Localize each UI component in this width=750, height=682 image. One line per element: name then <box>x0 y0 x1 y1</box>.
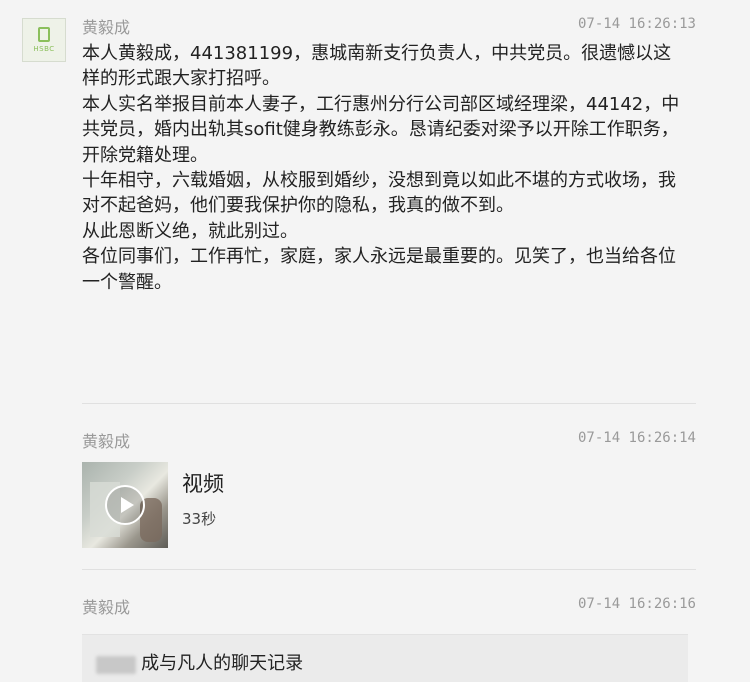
chat-message: 黄毅成 07-14 16:26:16 成与凡人的聊天记录 <box>82 594 696 682</box>
message-meta: 黄毅成 07-14 16:26:14 <box>82 428 696 452</box>
message-text: 本人黄毅成，441381199，惠城南新支行负责人，中共党员。很遗憾以这样的形式… <box>82 41 682 295</box>
message-paragraph: 本人黄毅成，441381199，惠城南新支行负责人，中共党员。很遗憾以这样的形式… <box>82 43 672 90</box>
message-meta: 黄毅成 07-14 16:26:13 <box>82 14 696 38</box>
message-time: 07-14 16:26:13 <box>577 16 696 32</box>
message-divider <box>82 569 696 570</box>
video-duration: 33秒 <box>182 510 217 528</box>
sender-name[interactable]: 黄毅成 <box>82 428 130 452</box>
message-paragraph: 从此恩断义绝，就此别过。 <box>82 220 298 242</box>
sender-name[interactable]: 黄毅成 <box>82 594 130 618</box>
message-paragraph: 各位同事们，工作再忙，家庭，家人永远是最重要的。见笑了，也当给各位一个警醒。 <box>82 246 676 293</box>
avatar[interactable]: HSBC <box>22 18 66 62</box>
document-icon <box>38 27 50 42</box>
video-message[interactable]: 视频 33秒 <box>82 462 696 548</box>
chat-message: 黄毅成 07-14 16:26:13 本人黄毅成，441381199，惠城南新支… <box>82 14 696 295</box>
message-time: 07-14 16:26:16 <box>577 596 696 612</box>
chat-message: 黄毅成 07-14 16:26:14 视频 33秒 <box>82 428 696 548</box>
message-time: 07-14 16:26:14 <box>577 430 696 446</box>
message-divider <box>82 403 696 404</box>
message-meta: 黄毅成 07-14 16:26:16 <box>82 594 696 618</box>
chat-record-card[interactable]: 成与凡人的聊天记录 <box>82 634 688 682</box>
message-paragraph: 十年相守，六载婚姻，从校服到婚纱，没想到竟以如此不堪的方式收场，我对不起爸妈，他… <box>82 170 676 217</box>
video-thumbnail[interactable] <box>82 462 168 548</box>
sender-name[interactable]: 黄毅成 <box>82 14 130 38</box>
play-icon[interactable] <box>105 485 145 525</box>
video-info: 视频 33秒 <box>182 462 224 548</box>
video-title: 视频 <box>182 472 224 496</box>
avatar-tag: HSBC <box>33 45 55 53</box>
message-paragraph: 本人实名举报目前本人妻子，工行惠州分行公司部区域经理梁，44142，中共党员，婚… <box>82 93 680 166</box>
